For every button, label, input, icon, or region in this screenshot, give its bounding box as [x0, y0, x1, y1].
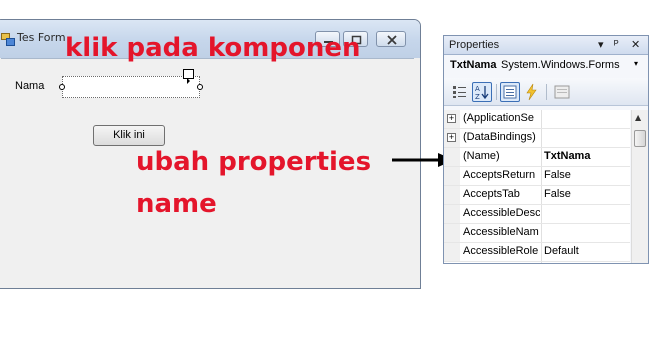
nama-label: Nama [15, 80, 45, 92]
row-margin [444, 167, 460, 185]
property-name: (ApplicationSe [463, 112, 534, 124]
row-margin [444, 224, 460, 242]
expand-icon[interactable]: + [447, 133, 456, 142]
property-row[interactable]: AccessibleNam [444, 224, 630, 243]
property-value[interactable]: TxtNama [544, 150, 630, 162]
toolbar-separator [496, 84, 497, 100]
property-row[interactable]: AccessibleDesc [444, 205, 630, 224]
properties-panel: Properties ▾ ᴾ ✕ TxtNama System.Windows.… [443, 35, 649, 264]
alphabetical-icon: A Z [475, 85, 489, 101]
property-name: (Name) [463, 150, 500, 162]
property-value[interactable]: Default [544, 245, 630, 257]
close-button[interactable] [376, 31, 406, 47]
resize-handle-right[interactable] [197, 84, 203, 90]
property-name: (DataBindings) [463, 131, 536, 143]
property-value[interactable]: False [544, 169, 630, 181]
svg-text:Z: Z [475, 93, 480, 101]
annotation-click-component: klik pada komponen [65, 33, 361, 63]
categorized-button[interactable] [450, 82, 470, 102]
resize-handle-left[interactable] [59, 84, 65, 90]
panel-close-icon[interactable]: ✕ [631, 38, 640, 52]
property-row[interactable]: AccessibleRole Default [444, 243, 630, 262]
scroll-thumb[interactable] [634, 130, 646, 147]
property-row[interactable]: AcceptsReturn False [444, 167, 630, 186]
scroll-up-icon[interactable]: ▲ [635, 113, 641, 122]
annotation-change-properties: ubah properties [136, 147, 372, 177]
property-name: AccessibleNam [463, 226, 539, 238]
object-type: System.Windows.Forms [501, 59, 620, 71]
property-row-name[interactable]: (Name) TxtNama [444, 148, 630, 167]
properties-titlebar: Properties ▾ ᴾ ✕ [444, 36, 648, 55]
properties-toolbar: A Z [444, 78, 648, 106]
chevron-down-icon[interactable]: ▾ [634, 59, 638, 68]
properties-title: Properties [449, 39, 500, 51]
property-name: AccessibleDesc [463, 207, 540, 219]
events-icon [526, 83, 537, 101]
toolbar-separator [546, 84, 547, 100]
smart-tag-button[interactable] [183, 69, 194, 84]
vertical-scrollbar[interactable]: ▲ ▼ [631, 110, 648, 263]
close-icon [387, 35, 397, 45]
form-title: Tes Form [17, 31, 66, 44]
object-name: TxtNama [450, 59, 497, 71]
smart-tag-icon [187, 78, 190, 84]
property-name: AcceptsReturn [463, 169, 536, 181]
expand-icon[interactable]: + [447, 114, 456, 123]
property-row[interactable]: + (ApplicationSe [444, 110, 630, 129]
properties-button[interactable] [500, 82, 520, 102]
row-margin [444, 243, 460, 261]
alphabetical-button[interactable]: A Z [472, 82, 492, 102]
row-margin [444, 148, 460, 166]
property-name: AccessibleRole [463, 245, 539, 257]
svg-text:A: A [475, 85, 480, 93]
property-grid: + (ApplicationSe + (DataBindings) (Name)… [444, 110, 630, 263]
property-pages-button[interactable] [552, 82, 572, 102]
properties-icon [503, 85, 517, 99]
app-form-icon [1, 31, 15, 46]
row-margin [444, 186, 460, 204]
nama-textbox[interactable] [62, 76, 200, 98]
property-value[interactable]: False [544, 188, 630, 200]
klik-ini-button[interactable]: Klik ini [93, 125, 165, 146]
panel-dropdown-icon[interactable]: ▾ [598, 38, 604, 52]
categorized-icon [453, 86, 466, 98]
property-name: AcceptsTab [463, 188, 520, 200]
property-pages-icon [554, 85, 570, 99]
row-margin [444, 205, 460, 223]
object-selector[interactable]: TxtNama System.Windows.Forms ▾ [444, 55, 648, 77]
pin-icon[interactable]: ᴾ [614, 38, 619, 52]
property-row[interactable]: + (DataBindings) [444, 129, 630, 148]
property-row[interactable]: AcceptsTab False [444, 186, 630, 205]
events-button[interactable] [522, 82, 542, 102]
annotation-name: name [136, 189, 217, 219]
